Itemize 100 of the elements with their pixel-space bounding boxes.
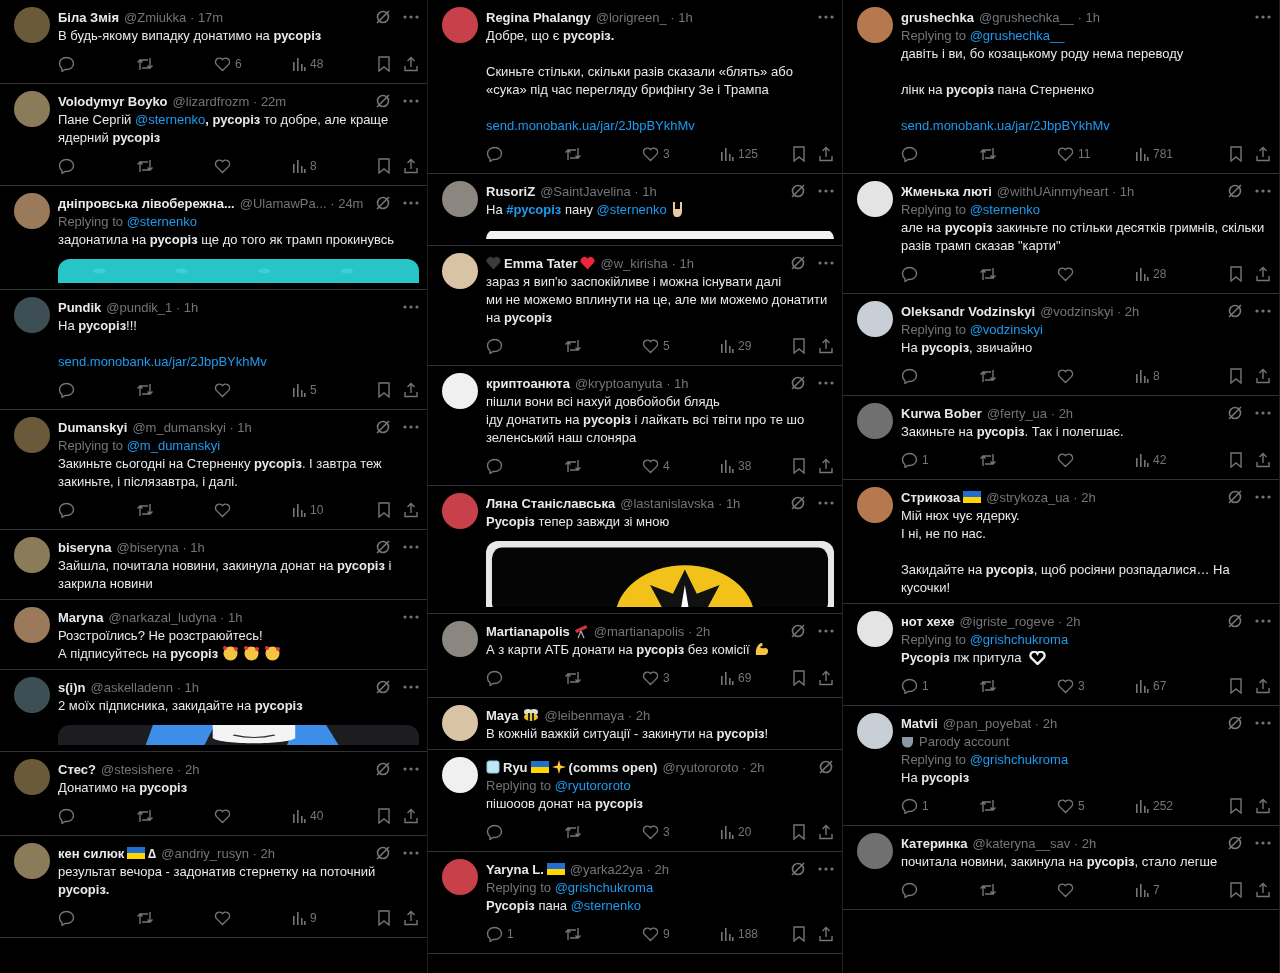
author-name[interactable]: Ляна Станіславська bbox=[486, 495, 616, 511]
share-button[interactable] bbox=[818, 458, 834, 474]
mention-link[interactable]: @grushechka__ bbox=[969, 28, 1065, 43]
like-button[interactable]: 5 bbox=[1057, 798, 1135, 814]
author-name[interactable]: Matvii bbox=[901, 715, 938, 731]
reply-button[interactable]: 1 bbox=[901, 452, 979, 468]
slashed-circle-icon[interactable] bbox=[1227, 303, 1243, 319]
views-button[interactable]: 8 bbox=[292, 159, 365, 173]
more-icon[interactable] bbox=[403, 425, 419, 429]
more-icon[interactable] bbox=[403, 305, 419, 309]
share-button[interactable] bbox=[818, 824, 834, 840]
mention-link[interactable]: @grishchukroma bbox=[969, 752, 1069, 767]
slashed-circle-icon[interactable] bbox=[790, 861, 806, 877]
more-icon[interactable] bbox=[403, 201, 419, 205]
avatar[interactable] bbox=[442, 373, 478, 409]
more-icon[interactable] bbox=[403, 851, 419, 855]
author-name[interactable]: RusoriZ bbox=[486, 183, 536, 199]
share-button[interactable] bbox=[403, 382, 419, 398]
share-button[interactable] bbox=[403, 502, 419, 518]
more-icon[interactable] bbox=[818, 629, 834, 633]
slashed-circle-icon[interactable] bbox=[375, 195, 391, 211]
views-button[interactable]: 10 bbox=[292, 503, 365, 517]
avatar[interactable] bbox=[857, 301, 893, 337]
more-icon[interactable] bbox=[403, 685, 419, 689]
views-button[interactable]: 38 bbox=[720, 459, 780, 473]
avatar[interactable] bbox=[857, 713, 893, 749]
like-button[interactable]: 6 bbox=[214, 56, 292, 72]
author-name[interactable]: Pundik bbox=[58, 299, 102, 315]
hashtag-link[interactable]: #русоріз bbox=[506, 202, 562, 217]
more-icon[interactable] bbox=[1255, 411, 1271, 415]
bookmark-button[interactable] bbox=[377, 56, 391, 72]
bookmark-button[interactable] bbox=[377, 502, 391, 518]
author-name[interactable]: biseryna bbox=[58, 539, 112, 555]
views-button[interactable]: 188 bbox=[720, 927, 780, 941]
bookmark-button[interactable] bbox=[377, 158, 391, 174]
share-button[interactable] bbox=[1255, 798, 1271, 814]
more-icon[interactable] bbox=[1255, 189, 1271, 193]
author-name[interactable]: Стес? bbox=[58, 761, 96, 777]
author-name[interactable]: Regina Phalangy bbox=[486, 9, 591, 25]
slashed-circle-icon[interactable] bbox=[818, 759, 834, 775]
avatar[interactable] bbox=[442, 757, 478, 793]
slashed-circle-icon[interactable] bbox=[1227, 715, 1243, 731]
avatar[interactable] bbox=[442, 253, 478, 289]
share-button[interactable] bbox=[818, 146, 834, 162]
more-icon[interactable] bbox=[818, 867, 834, 871]
author-name[interactable]: Maryna bbox=[58, 609, 104, 625]
bookmark-button[interactable] bbox=[792, 824, 806, 840]
author-name[interactable]: grushechka bbox=[901, 9, 974, 25]
slashed-circle-icon[interactable] bbox=[375, 845, 391, 861]
views-button[interactable]: 48 bbox=[292, 57, 365, 71]
author-name[interactable]: нот хехе bbox=[901, 613, 955, 629]
mention-link[interactable]: @grishchukroma bbox=[969, 632, 1069, 647]
more-icon[interactable] bbox=[403, 545, 419, 549]
like-button[interactable]: 3 bbox=[642, 670, 720, 686]
views-button[interactable]: 7 bbox=[1135, 883, 1217, 897]
share-button[interactable] bbox=[403, 910, 419, 926]
bookmark-button[interactable] bbox=[377, 382, 391, 398]
more-icon[interactable] bbox=[818, 15, 834, 19]
more-icon[interactable] bbox=[403, 99, 419, 103]
mention-link[interactable]: @vodzinskyi bbox=[969, 322, 1043, 337]
slashed-circle-icon[interactable] bbox=[1227, 489, 1243, 505]
avatar[interactable] bbox=[857, 611, 893, 647]
views-button[interactable]: 40 bbox=[292, 809, 365, 823]
author-name[interactable]: криптоанюта bbox=[486, 375, 570, 391]
bookmark-button[interactable] bbox=[1229, 368, 1243, 384]
views-button[interactable]: 781 bbox=[1135, 147, 1217, 161]
author-name[interactable]: Martianapolis bbox=[486, 623, 570, 639]
bookmark-button[interactable] bbox=[792, 338, 806, 354]
slashed-circle-icon[interactable] bbox=[790, 255, 806, 271]
slashed-circle-icon[interactable] bbox=[1227, 613, 1243, 629]
more-icon[interactable] bbox=[818, 381, 834, 385]
share-button[interactable] bbox=[1255, 452, 1271, 468]
more-icon[interactable] bbox=[403, 767, 419, 771]
share-button[interactable] bbox=[818, 670, 834, 686]
slashed-circle-icon[interactable] bbox=[375, 419, 391, 435]
views-button[interactable]: 5 bbox=[292, 383, 365, 397]
more-icon[interactable] bbox=[1255, 15, 1271, 19]
slashed-circle-icon[interactable] bbox=[375, 679, 391, 695]
like-button[interactable]: 4 bbox=[642, 458, 720, 474]
bookmark-button[interactable] bbox=[1229, 452, 1243, 468]
more-icon[interactable] bbox=[403, 615, 419, 619]
author-name[interactable]: Yaryna L. bbox=[486, 861, 544, 877]
mention-link[interactable]: @grishchukroma bbox=[554, 880, 654, 895]
author-name[interactable]: Kurwa Bober bbox=[901, 405, 982, 421]
slashed-circle-icon[interactable] bbox=[375, 9, 391, 25]
like-button[interactable]: 3 bbox=[642, 824, 720, 840]
like-button[interactable]: 3 bbox=[1057, 678, 1135, 694]
share-button[interactable] bbox=[1255, 678, 1271, 694]
author-name[interactable]: дніпровська лівобережна... bbox=[58, 195, 235, 211]
author-name[interactable]: Volodymyr Boyko bbox=[58, 93, 168, 109]
author-name[interactable]: s(i)n bbox=[58, 679, 86, 695]
slashed-circle-icon[interactable] bbox=[790, 623, 806, 639]
mention-link[interactable]: @ryutororoto bbox=[554, 778, 631, 793]
reply-button[interactable]: 1 bbox=[901, 678, 979, 694]
bookmark-button[interactable] bbox=[792, 670, 806, 686]
slashed-circle-icon[interactable] bbox=[790, 183, 806, 199]
bookmark-button[interactable] bbox=[1229, 882, 1243, 898]
views-button[interactable]: 28 bbox=[1135, 267, 1217, 281]
mention-link[interactable]: @sternenko bbox=[126, 214, 197, 229]
share-button[interactable] bbox=[1255, 882, 1271, 898]
